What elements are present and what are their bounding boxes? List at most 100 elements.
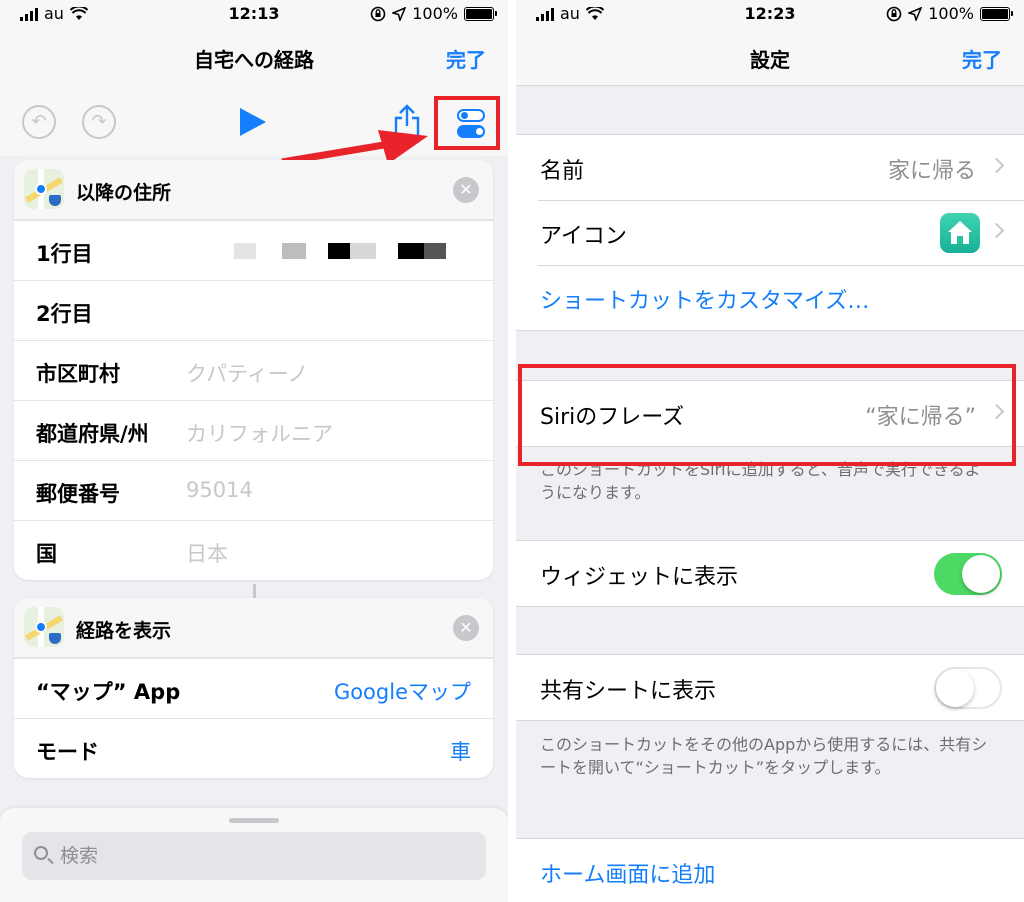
chevron-right-icon <box>988 403 1005 420</box>
redacted-text <box>424 243 446 259</box>
toggle-knob <box>936 669 974 707</box>
done-button[interactable]: 完了 <box>446 44 486 73</box>
close-icon: ✕ <box>459 618 473 637</box>
page-title: 設定 <box>750 48 790 72</box>
address-row-state[interactable]: 都道府県/州 カリフォルニア <box>14 400 493 460</box>
add-to-home-row[interactable]: ホーム画面に追加 <box>516 839 1024 902</box>
row-label: ウィジェットに表示 <box>540 565 739 590</box>
nav-bar: 設定 完了 <box>516 28 1024 86</box>
battery-icon <box>464 6 497 21</box>
maps-app-value[interactable]: Googleマップ <box>334 676 471 706</box>
status-right-group: 100% <box>370 4 497 23</box>
redo-button[interactable]: ↷ <box>82 105 116 139</box>
customize-row[interactable]: ショートカットをカスタマイズ… <box>516 265 1024 330</box>
name-row[interactable]: 名前 家に帰る <box>516 135 1024 200</box>
toggle-off-glyph <box>457 109 485 122</box>
widget-row: ウィジェットに表示 <box>516 541 1024 606</box>
search-input[interactable] <box>60 842 460 870</box>
editor-toolbar: ↶ ↷ <box>0 86 508 156</box>
address-row-line1[interactable]: 1行目 <box>14 220 493 280</box>
search-field[interactable] <box>22 832 486 880</box>
country-placeholder: 日本 <box>186 542 228 566</box>
redacted-text <box>234 243 256 259</box>
share-sheet-footnote: このショートカットをその他のAppから使用するには、共有シートを開いて“ショート… <box>540 735 988 777</box>
maps-app-icon <box>24 169 64 209</box>
close-icon: ✕ <box>459 180 473 199</box>
redo-icon: ↷ <box>91 111 107 132</box>
redacted-text <box>398 243 424 259</box>
status-bar: au 12:23 100% <box>516 0 1024 28</box>
shortcut-editor-screen: au 12:13 100% 自宅への経路 完了 ↶ ↷ 以降の住所 ✕ 1行目 … <box>0 0 508 902</box>
address-row-line2[interactable]: 2行目 <box>14 280 493 340</box>
icon-row[interactable]: アイコン <box>516 200 1024 265</box>
settings-screen: au 12:23 100% 設定 完了 名前 家に帰る アイコン ショートカット… <box>516 0 1024 902</box>
card-title: 以降の住所 <box>76 182 172 204</box>
play-icon[interactable] <box>240 108 266 136</box>
location-icon <box>908 6 923 21</box>
mode-value[interactable]: 車 <box>450 736 471 766</box>
chevron-right-icon <box>988 157 1005 174</box>
maps-app-row[interactable]: “マップ” App Googleマップ <box>14 658 493 718</box>
card-header: 以降の住所 ✕ <box>14 160 493 220</box>
toggle-on-glyph <box>457 125 485 138</box>
row-label: モード <box>36 740 99 764</box>
undo-button[interactable]: ↶ <box>22 105 56 139</box>
home-icon <box>940 213 980 253</box>
zip-placeholder: 95014 <box>186 478 253 502</box>
settings-button[interactable] <box>434 96 500 150</box>
remove-action-button[interactable]: ✕ <box>453 615 479 641</box>
battery-percent: 100% <box>928 4 974 23</box>
done-button[interactable]: 完了 <box>962 44 1002 73</box>
home-screen-group: ホーム画面に追加 <box>516 838 1024 902</box>
share-sheet-row: 共有シートに表示 <box>516 655 1024 720</box>
row-label: 都道府県/州 <box>36 422 149 446</box>
sheet-grabber[interactable] <box>229 818 279 823</box>
row-label: 国 <box>36 542 57 566</box>
customize-shortcut-link[interactable]: ショートカットをカスタマイズ… <box>540 283 869 315</box>
action-search-sheet <box>0 808 508 902</box>
orientation-lock-icon <box>886 6 902 21</box>
general-group: 名前 家に帰る アイコン ショートカットをカスタマイズ… <box>516 134 1024 331</box>
remove-action-button[interactable]: ✕ <box>453 177 479 203</box>
redacted-text <box>350 243 376 259</box>
status-right-group: 100% <box>886 4 1013 23</box>
siri-footnote: このショートカットをSiriに追加すると、音声で実行できるようになります。 <box>540 460 981 502</box>
action-connector <box>253 584 256 598</box>
toggle-knob <box>962 555 1000 593</box>
address-card: 以降の住所 ✕ 1行目 2行目 市区町村 クパティーノ 都道府県/州 カリフォル… <box>14 160 493 580</box>
card-header: 経路を表示 ✕ <box>14 598 493 658</box>
row-label: 1行目 <box>36 242 93 266</box>
siri-phrase-row[interactable]: Siriのフレーズ “家に帰る” <box>516 381 1024 446</box>
siri-phrase-value: “家に帰る” <box>865 405 976 430</box>
add-to-home-screen-link[interactable]: ホーム画面に追加 <box>540 857 715 889</box>
address-row-country[interactable]: 国 日本 <box>14 520 493 580</box>
mode-row[interactable]: モード 車 <box>14 718 493 778</box>
orientation-lock-icon <box>370 6 386 21</box>
row-label: Siriのフレーズ <box>540 405 685 430</box>
name-value: 家に帰る <box>887 159 976 184</box>
redacted-text <box>282 243 306 259</box>
row-label: 市区町村 <box>36 362 120 386</box>
share-sheet-toggle[interactable] <box>934 667 1002 709</box>
battery-icon <box>980 6 1013 21</box>
location-icon <box>392 6 407 21</box>
row-label: 名前 <box>540 159 585 184</box>
widget-group: ウィジェットに表示 <box>516 540 1024 607</box>
address-row-zip[interactable]: 郵便番号 95014 <box>14 460 493 520</box>
siri-group: Siriのフレーズ “家に帰る” <box>516 380 1024 447</box>
row-label: 共有シートに表示 <box>540 679 717 704</box>
route-card: 経路を表示 ✕ “マップ” App Googleマップ モード 車 <box>14 598 493 778</box>
widget-toggle[interactable] <box>934 553 1002 595</box>
row-label: “マップ” App <box>36 680 181 704</box>
page-title: 自宅への経路 <box>194 48 314 72</box>
undo-icon: ↶ <box>31 111 47 132</box>
nav-bar: 自宅への経路 完了 <box>0 28 508 86</box>
address-row-city[interactable]: 市区町村 クパティーノ <box>14 340 493 400</box>
row-label: 郵便番号 <box>36 482 120 506</box>
maps-app-icon <box>24 607 64 647</box>
row-label: 2行目 <box>36 302 93 326</box>
redacted-text <box>328 243 350 259</box>
status-bar: au 12:13 100% <box>0 0 508 28</box>
search-icon <box>34 846 48 860</box>
city-placeholder: クパティーノ <box>186 362 309 386</box>
